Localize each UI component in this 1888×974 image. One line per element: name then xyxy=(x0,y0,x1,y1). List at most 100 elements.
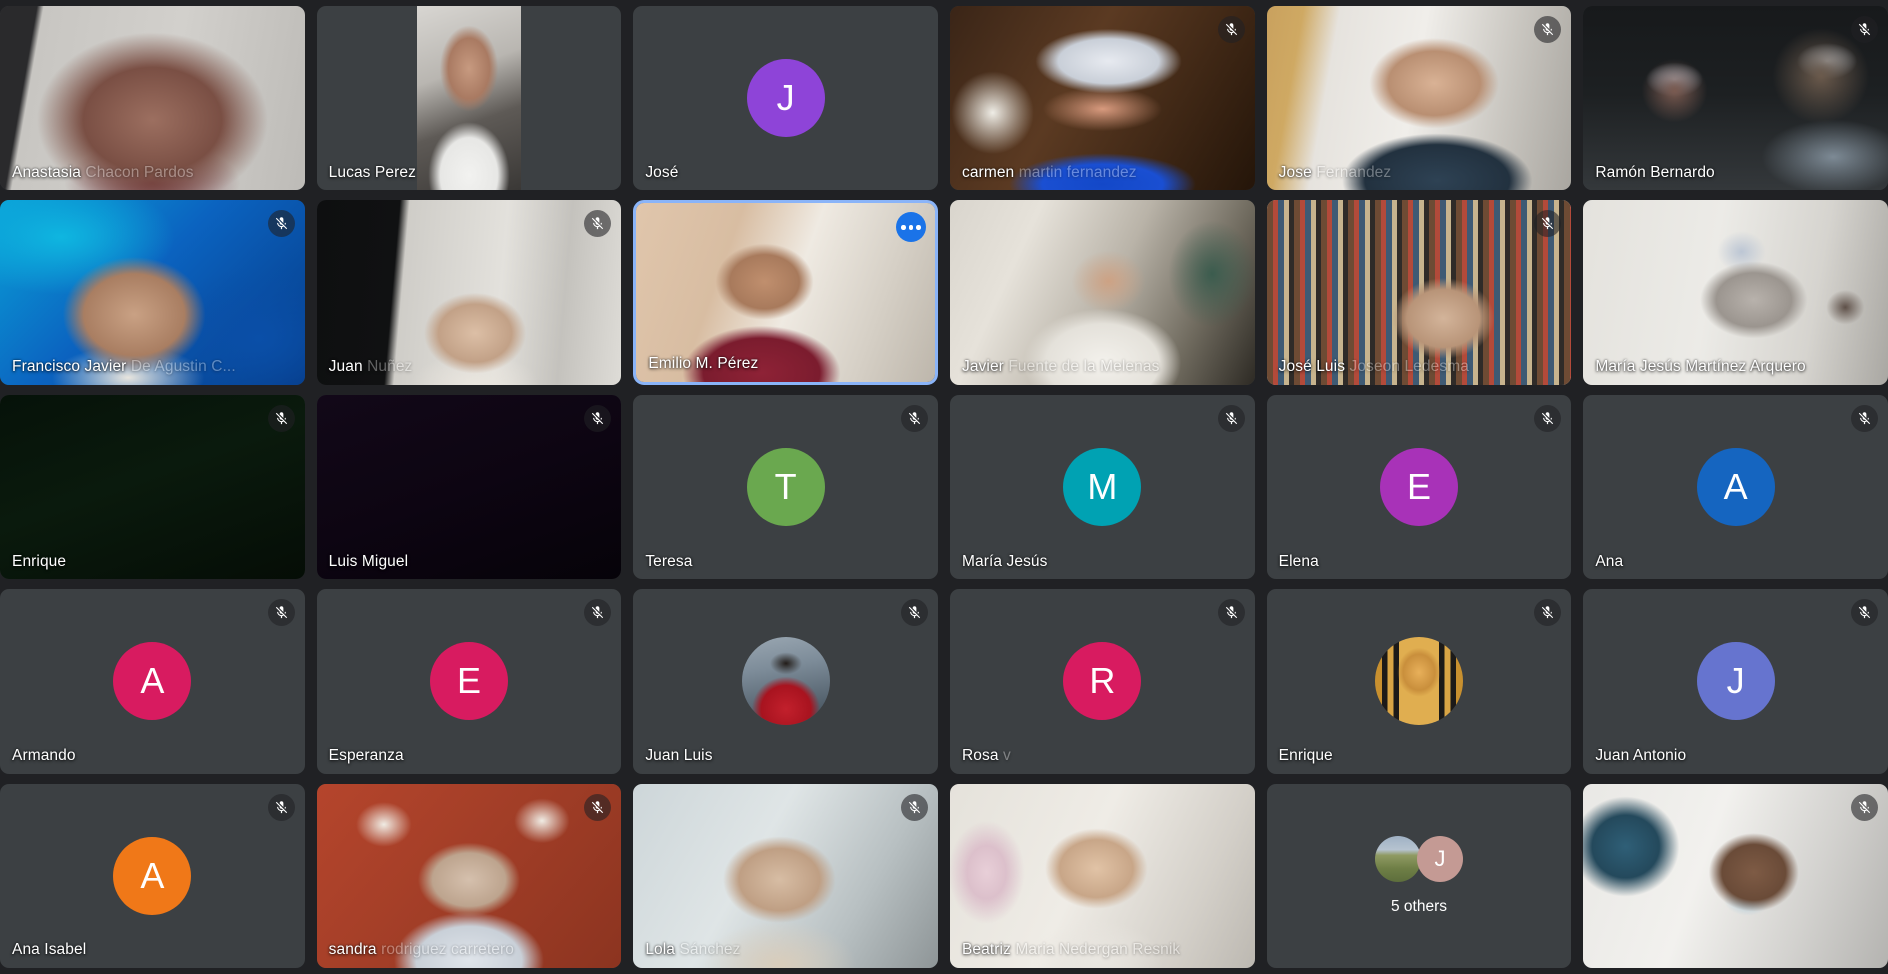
mic-muted-icon xyxy=(1217,404,1245,432)
participant-video-feed xyxy=(1583,783,1888,968)
participant-name: José xyxy=(645,165,678,181)
participant-tile[interactable]: Luis Miguel xyxy=(316,394,622,580)
participant-name: Esperanza xyxy=(329,748,404,764)
video-grid: Anastasia Chacon Pardos Lucas Perez J José c… xyxy=(0,0,1888,974)
participant-tile[interactable]: carmen martin fernandez xyxy=(949,6,1255,191)
overflow-avatar-photo xyxy=(1374,835,1421,882)
participant-tile[interactable]: sandra rodriguez carretero xyxy=(316,783,622,968)
participant-name-first: Enrique xyxy=(1278,747,1333,765)
participant-tile[interactable]: Juan Nuñez xyxy=(316,200,622,385)
participant-tile[interactable]: J 5 others xyxy=(1266,783,1572,968)
mic-muted-icon xyxy=(1217,599,1245,627)
participant-name: José Luis Joseon Ledesma xyxy=(1279,359,1469,375)
participant-name-surname: Joseon Ledesma xyxy=(1349,358,1469,376)
participant-video-feed xyxy=(0,394,305,580)
participant-name: Luis Miguel xyxy=(328,552,409,570)
overflow-avatar-stack: J xyxy=(1374,835,1463,882)
participant-name-first: José xyxy=(645,163,679,181)
avatar-photo xyxy=(1374,637,1463,726)
participant-tile[interactable]: R Rosa v xyxy=(949,589,1255,774)
participant-name-first: María Jesús Martínez Arquero xyxy=(1595,358,1806,376)
video-frame xyxy=(316,394,622,580)
participant-tile[interactable]: Beatriz Maria Nedergan Resnik xyxy=(949,783,1255,968)
avatar: J xyxy=(1696,642,1775,721)
participant-name-first: Rosa xyxy=(961,747,999,765)
video-frame xyxy=(1266,6,1572,191)
participant-name-first: Juan Antonio xyxy=(1595,747,1687,765)
mic-muted-icon xyxy=(267,793,295,821)
participant-name: Juan Luis xyxy=(645,748,712,764)
participant-tile[interactable]: T Teresa xyxy=(633,394,938,580)
avatar-photo-image xyxy=(741,637,830,726)
participant-name-surname: De Agustin C... xyxy=(130,358,236,376)
participant-tile[interactable]: Emilio M. Pérez xyxy=(633,200,938,385)
participant-name-surname: Maria Nedergan Resnik xyxy=(1015,941,1181,959)
participant-name: Ana xyxy=(1595,552,1624,570)
participant-tile[interactable]: Jose Fernandez xyxy=(1266,6,1572,191)
mic-muted-icon xyxy=(584,404,612,432)
participant-name-first: sandra xyxy=(328,941,377,959)
participant-tile[interactable]: Ramón Bernardo xyxy=(1583,6,1888,191)
mic-muted-icon xyxy=(1534,404,1562,432)
participant-name-first: Beatriz xyxy=(961,941,1011,959)
participant-tile[interactable]: E Elena xyxy=(1266,394,1572,580)
participant-tile[interactable]: A Ana xyxy=(1583,394,1888,580)
participant-tile[interactable]: José Luis Joseon Ledesma xyxy=(1266,200,1572,385)
participant-tile[interactable]: Francisco Javier De Agustin C... xyxy=(0,200,305,385)
participant-name-surname: martin fernandez xyxy=(1018,163,1137,181)
video-frame xyxy=(417,6,521,191)
overflow-participants[interactable]: J 5 others xyxy=(1374,835,1463,916)
participant-name-surname: Nuñez xyxy=(367,358,413,376)
participant-tile[interactable]: J Juan Antonio xyxy=(1583,589,1888,774)
mic-muted-icon xyxy=(584,599,612,627)
participant-tile[interactable]: E Esperanza xyxy=(316,589,622,774)
mic-muted-icon xyxy=(267,599,295,627)
participant-tile[interactable]: Juan Luis xyxy=(633,589,938,774)
participant-tile[interactable]: J José xyxy=(633,6,938,191)
participant-name: carmen martin fernandez xyxy=(962,165,1137,181)
participant-name-first: María Jesús xyxy=(961,552,1048,570)
participant-name: Lucas Perez xyxy=(329,165,416,181)
avatar: E xyxy=(429,642,508,721)
participant-tile[interactable]: María Jesús Martínez Arquero xyxy=(1583,200,1888,385)
participant-name: Anastasia Chacon Pardos xyxy=(12,165,194,181)
participant-name: Juan Antonio xyxy=(1595,748,1686,764)
participant-tile[interactable]: Lola Sánchez xyxy=(633,783,938,968)
mic-muted-icon xyxy=(267,210,295,238)
avatar: E xyxy=(1379,447,1458,526)
participant-name: Teresa xyxy=(645,553,692,570)
participant-video-feed xyxy=(949,6,1255,191)
participant-name-first: Ana xyxy=(1595,552,1624,570)
participant-name-first: Jose xyxy=(1278,163,1312,181)
avatar: A xyxy=(113,836,192,915)
mic-muted-icon xyxy=(1850,404,1878,432)
mic-muted-icon xyxy=(1850,16,1878,43)
participant-video-feed xyxy=(317,6,622,191)
participant-name-first: Ramón Bernardo xyxy=(1595,163,1715,181)
mic-muted-icon xyxy=(1534,599,1562,627)
participant-name-surname: Sánchez xyxy=(679,941,741,959)
participant-tile[interactable]: Javier Fuente de la Melenas xyxy=(949,200,1255,385)
mic-muted-icon xyxy=(584,793,612,821)
participant-tile[interactable]: Lucas Perez xyxy=(316,6,622,191)
participant-tile[interactable]: A Armando xyxy=(0,589,305,774)
participant-tile[interactable]: Enrique xyxy=(0,394,305,580)
participant-name-first: Luis Miguel xyxy=(328,552,409,570)
participant-name: Jose Fernandez xyxy=(1279,165,1392,181)
video-frame xyxy=(1583,783,1888,968)
participant-tile[interactable]: M María Jesús xyxy=(949,394,1255,580)
participant-name-first: Juan Luis xyxy=(645,747,713,765)
participant-video-feed xyxy=(316,394,622,580)
participant-tile[interactable]: A Ana Isabel xyxy=(0,783,305,968)
participant-name: Beatriz Maria Nedergan Resnik xyxy=(962,942,1180,958)
avatar-photo-image xyxy=(1374,637,1463,726)
participant-tile[interactable] xyxy=(1583,783,1888,968)
participant-tile[interactable]: Anastasia Chacon Pardos xyxy=(0,6,305,191)
participant-name: Armando xyxy=(12,748,76,764)
participant-name: Ramón Bernardo xyxy=(1595,165,1714,181)
mic-muted-icon xyxy=(1850,599,1878,627)
video-frame xyxy=(0,6,305,191)
participant-name: Francisco Javier De Agustin C... xyxy=(12,359,236,375)
participant-tile[interactable]: Enrique xyxy=(1266,589,1572,774)
participant-name-surname: v xyxy=(1003,747,1011,765)
